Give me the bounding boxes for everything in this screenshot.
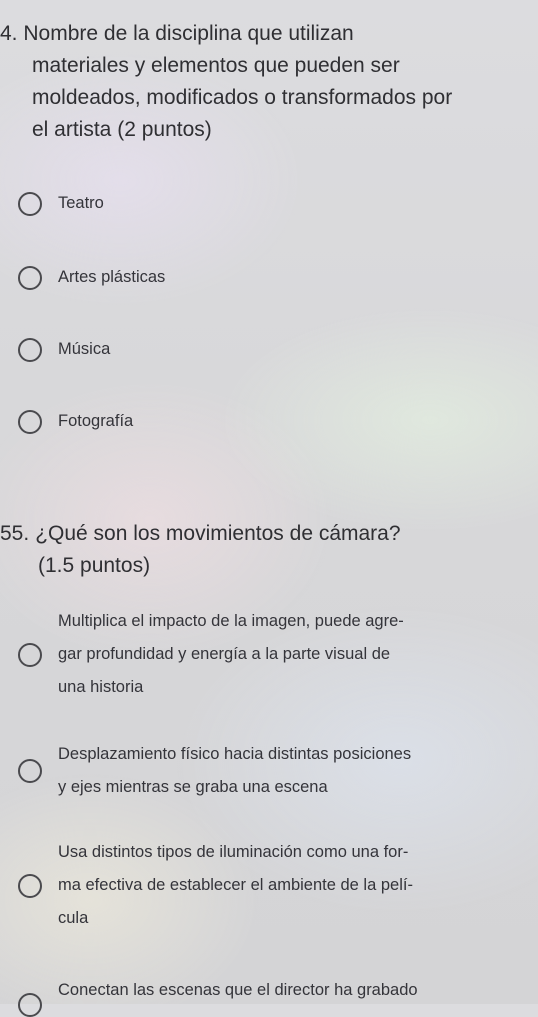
option-label-line: una historia — [58, 678, 144, 696]
radio-button[interactable] — [18, 642, 42, 667]
option-label: Teatro — [58, 194, 104, 212]
question-4-title: 4. Nombre de la disciplina que utilizan … — [0, 18, 452, 146]
question-55-title: 55. ¿Qué son los movimientos de cámara? (… — [0, 518, 401, 582]
question-4-number: 4. — [0, 22, 18, 45]
option-label-line: y ejes mientras se graba una escena — [58, 778, 328, 796]
option-label-line: gar profundidad y energía a la parte vis… — [58, 645, 391, 663]
question-4-title-line-4: el artista (2 puntos) — [32, 118, 212, 141]
option-impacto-imagen[interactable]: Multiplica el impacto de la imagen, pued… — [12, 605, 532, 704]
question-4-title-line-3: moldeados, modificados o transformados p… — [32, 86, 453, 109]
option-desplazamiento-fisico[interactable]: Desplazamiento físico hacia distintas po… — [12, 738, 532, 804]
radio-button[interactable] — [18, 265, 42, 290]
radio-button[interactable] — [18, 873, 42, 898]
option-label-line: Usa distintos tipos de iluminación como … — [58, 843, 409, 861]
option-label-line: Multiplica el impacto de la imagen, pued… — [58, 612, 404, 630]
option-iluminacion[interactable]: Usa distintos tipos de iluminación como … — [12, 836, 532, 935]
option-label-line: Conectan las escenas que el director ha … — [58, 980, 418, 999]
radio-button[interactable] — [18, 337, 42, 362]
option-label: Conectan las escenas que el director ha … — [58, 974, 498, 1007]
option-label-line: ma efectiva de establecer el ambiente de… — [58, 876, 413, 894]
question-55-points: (1.5 puntos) — [38, 554, 151, 577]
option-musica[interactable]: Música — [12, 333, 532, 366]
option-label: Desplazamiento físico hacia distintas po… — [58, 738, 498, 804]
option-label-line: Desplazamiento físico hacia distintas po… — [58, 745, 412, 763]
option-label: Música — [58, 340, 111, 358]
option-label: Artes plásticas — [58, 268, 166, 286]
option-label-line: cula — [58, 909, 89, 927]
radio-button[interactable] — [18, 409, 42, 434]
option-conectan-escenas[interactable]: Conectan las escenas que el director ha … — [12, 963, 532, 1017]
question-55-text: ¿Qué son los movimientos de cámara? — [35, 522, 401, 545]
option-fotografia[interactable]: Fotografía — [12, 405, 532, 438]
option-label: Fotografía — [58, 412, 134, 430]
radio-button[interactable] — [18, 993, 42, 1017]
question-4-title-line-1: Nombre de la disciplina que utilizan — [23, 22, 354, 45]
option-teatro[interactable]: Teatro — [12, 187, 532, 220]
option-label: Multiplica el impacto de la imagen, pued… — [58, 605, 498, 704]
radio-button[interactable] — [18, 191, 42, 216]
question-55-number: 55. — [0, 522, 30, 545]
radio-button[interactable] — [18, 759, 42, 783]
option-artes-plasticas[interactable]: Artes plásticas — [12, 261, 532, 294]
question-4-title-line-2: materiales y elementos que pueden ser — [32, 54, 400, 77]
option-label: Usa distintos tipos de iluminación como … — [58, 836, 498, 935]
